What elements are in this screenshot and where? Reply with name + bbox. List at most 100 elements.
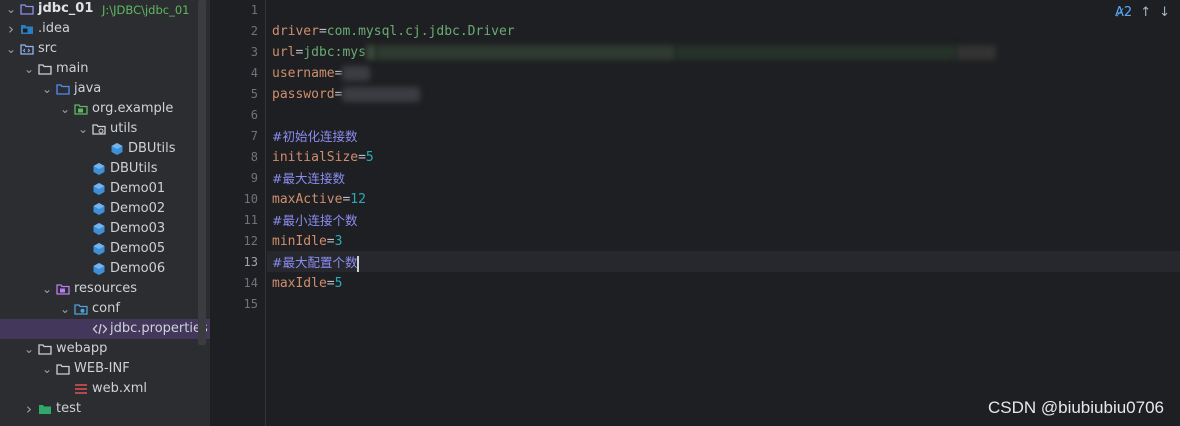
equals-sign: = xyxy=(334,66,343,81)
chevron-down-icon[interactable]: ⌄ xyxy=(40,361,54,377)
test-folder-icon xyxy=(38,402,52,416)
tree-item-label: jdbc_01 xyxy=(38,1,94,16)
tree-item[interactable]: Demo06 xyxy=(0,259,210,279)
source-root-icon xyxy=(56,82,70,96)
class-icon xyxy=(92,262,106,276)
line-number: 7 xyxy=(250,129,258,143)
source-folder-icon xyxy=(20,42,34,56)
project-path: J:\JDBC\jdbc_01 xyxy=(102,3,190,17)
tree-item-label: conf xyxy=(92,301,120,316)
class-icon xyxy=(92,162,106,176)
equals-sign: = xyxy=(358,150,366,165)
spellcheck-icon: A̷ xyxy=(1115,5,1124,20)
tree-item-label: Demo03 xyxy=(110,221,166,236)
tree-item[interactable]: ⌄ src xyxy=(0,39,210,59)
code-line: initialSize=5 xyxy=(272,147,374,168)
inspection-count[interactable]: A̷2 xyxy=(1115,4,1132,22)
tree-item[interactable]: Demo01 xyxy=(0,179,210,199)
tree-item[interactable]: ⌄ conf xyxy=(0,299,210,319)
package-icon xyxy=(74,102,88,116)
folder-icon xyxy=(38,342,52,356)
resources-folder-icon xyxy=(56,282,70,296)
line-number: 10 xyxy=(243,192,258,206)
tree-item[interactable]: web.xml xyxy=(0,379,210,399)
properties-file-icon xyxy=(92,322,108,336)
tree-scrollbar[interactable] xyxy=(198,0,206,345)
tree-item-label: org.example xyxy=(92,101,174,116)
line-number: 1 xyxy=(250,3,258,17)
line-number-gutter: 1 2 3 4 5 6 7 8 9 10 11 12 13 14 15 xyxy=(210,0,266,426)
tree-item-label: web.xml xyxy=(92,381,147,396)
module-folder-icon xyxy=(20,2,34,16)
chevron-down-icon[interactable]: ⌄ xyxy=(40,281,54,297)
chevron-down-icon[interactable]: ⌄ xyxy=(4,1,18,17)
tree-item[interactable]: jdbc.properties xyxy=(0,319,210,339)
package-outline-icon xyxy=(92,122,106,136)
tree-item[interactable]: Demo05 xyxy=(0,239,210,259)
next-highlight-icon[interactable]: ↓ xyxy=(1159,4,1170,22)
line-number: 6 xyxy=(250,108,258,122)
chevron-down-icon[interactable]: ⌄ xyxy=(76,121,90,137)
chevron-right-icon[interactable]: › xyxy=(22,401,36,417)
prev-highlight-icon[interactable]: ↑ xyxy=(1140,4,1151,22)
code-line: maxIdle=5 xyxy=(272,273,342,294)
redaction-blur xyxy=(375,45,676,60)
tree-item-label: Demo06 xyxy=(110,261,166,276)
property-value: 5 xyxy=(365,150,374,165)
tree-item[interactable]: › test xyxy=(0,399,210,419)
tree-item[interactable]: ⌄ webapp xyxy=(0,339,210,359)
chevron-down-icon[interactable]: ⌄ xyxy=(4,41,18,57)
chevron-down-icon[interactable]: ⌄ xyxy=(40,81,54,97)
line-number: 13 xyxy=(243,255,258,269)
tree-item-label: Demo01 xyxy=(110,181,166,196)
tree-item-label: jdbc.properties xyxy=(110,321,208,336)
inspection-widget[interactable]: A̷2 ↑ ↓ xyxy=(1115,4,1170,22)
property-value: jdbc:mys xyxy=(303,45,366,60)
property-key: password xyxy=(272,87,335,102)
tree-item-label: webapp xyxy=(56,341,108,356)
tree-item[interactable]: Demo03 xyxy=(0,219,210,239)
tree-item[interactable]: ⌄ jdbc_01 J:\JDBC\jdbc_01 xyxy=(0,0,210,19)
code-line: minIdle=3 xyxy=(272,231,342,252)
folder-icon xyxy=(56,362,70,376)
line-number: 12 xyxy=(243,234,258,248)
property-key: initialSize xyxy=(272,150,359,165)
line-number: 4 xyxy=(250,66,258,80)
tree-item-label: DBUtils xyxy=(128,141,176,156)
tree-item[interactable]: › .idea xyxy=(0,19,210,39)
tree-item[interactable]: Demo02 xyxy=(0,199,210,219)
equals-sign: = xyxy=(334,87,343,102)
property-key: driver xyxy=(272,24,319,39)
code-line: username= xyxy=(272,63,371,84)
line-number: 3 xyxy=(250,45,258,59)
tree-item[interactable]: ⌄ resources xyxy=(0,279,210,299)
tree-item-label: Demo05 xyxy=(110,241,166,256)
chevron-down-icon[interactable]: ⌄ xyxy=(58,101,72,117)
project-tree: ⌄ jdbc_01 J:\JDBC\jdbc_01 › .idea ⌄ src ⌄ main ⌄ j… xyxy=(0,0,210,419)
tree-item[interactable]: DBUtils xyxy=(0,159,210,179)
property-value: 3 xyxy=(334,234,343,249)
tree-item[interactable]: ⌄ org.example xyxy=(0,99,210,119)
tree-item[interactable]: DBUtils xyxy=(0,139,210,159)
line-number: 8 xyxy=(250,150,258,164)
chevron-down-icon[interactable]: ⌄ xyxy=(22,61,36,77)
comment-text: #最大配置个数 xyxy=(272,255,358,270)
code-line: url=jdbc:mys xyxy=(272,42,996,63)
chevron-right-icon[interactable]: › xyxy=(4,21,18,37)
code-line: #最大连接数 xyxy=(272,168,345,190)
chevron-down-icon[interactable]: ⌄ xyxy=(22,341,36,357)
code-line: #初始化连接数 xyxy=(272,126,357,148)
tree-item-label: utils xyxy=(110,121,138,136)
chevron-down-icon[interactable]: ⌄ xyxy=(58,301,72,317)
tree-item[interactable]: ⌄ java xyxy=(0,79,210,99)
tree-item[interactable]: ⌄ utils xyxy=(0,119,210,139)
equals-sign: = xyxy=(318,24,327,39)
tree-item-label: src xyxy=(38,41,57,56)
tree-item[interactable]: ⌄ WEB-INF xyxy=(0,359,210,379)
class-icon xyxy=(92,242,106,256)
code-editor[interactable]: 1 2 3 4 5 6 7 8 9 10 11 12 13 14 15 driver=com.mysql.c… xyxy=(210,0,1180,426)
tree-item-label: resources xyxy=(74,281,138,296)
tree-item-label: test xyxy=(56,401,81,416)
line-number: 9 xyxy=(250,171,258,185)
tree-item[interactable]: ⌄ main xyxy=(0,59,210,79)
